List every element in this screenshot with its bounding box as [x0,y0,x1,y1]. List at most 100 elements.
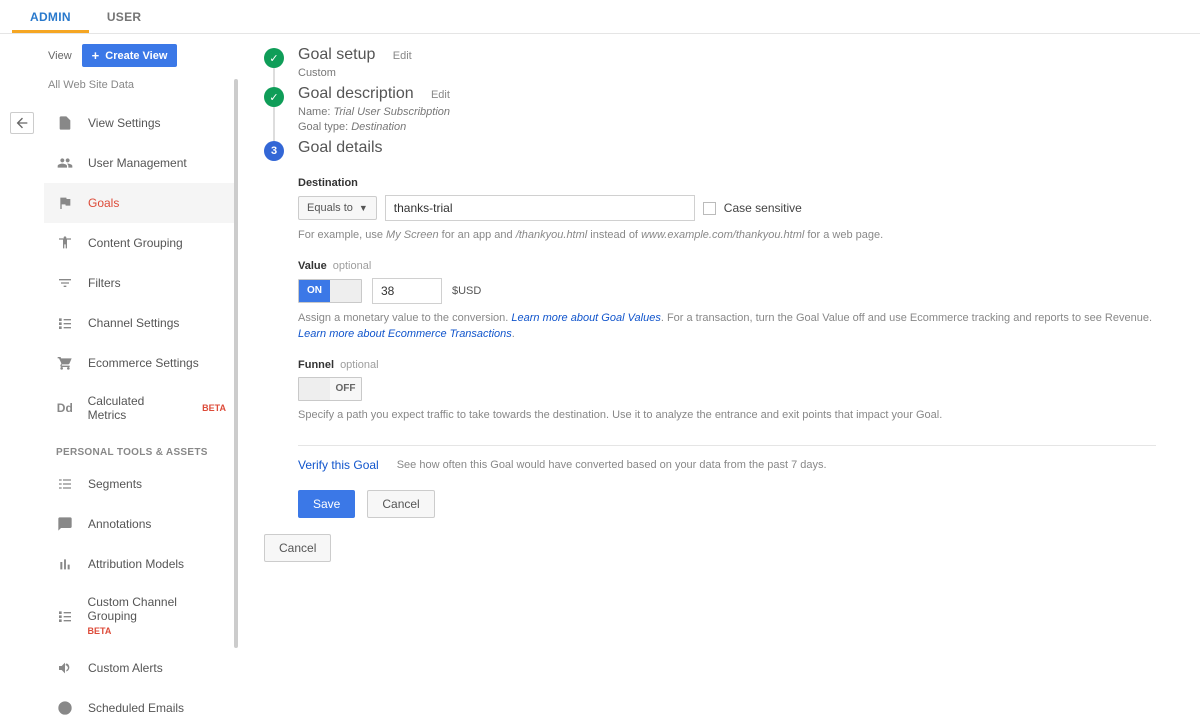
segments-icon [56,475,74,493]
chart-icon [56,555,74,573]
nav-custom-alerts[interactable]: Custom Alerts [44,648,234,688]
back-column [0,34,44,728]
scrollbar[interactable] [234,34,240,728]
nav-calculated-metrics[interactable]: Dd Calculated Metrics BETA [44,383,234,433]
case-sensitive-label: Case sensitive [724,201,802,215]
goal-values-link[interactable]: Learn more about Goal Values [511,312,660,324]
accessibility-icon [56,234,74,252]
edit-link[interactable]: Edit [431,89,450,101]
create-view-label: Create View [105,50,167,62]
step-type-row: Goal type: Destination [298,121,450,133]
funnel-toggle[interactable]: OFF [298,377,362,401]
tab-user[interactable]: USER [89,0,160,33]
verify-text: See how often this Goal would have conve… [397,459,827,471]
value-toggle[interactable]: ON [298,279,362,303]
step-title: Goal description [298,85,414,102]
nav-user-management[interactable]: User Management [44,143,234,183]
view-label: View [48,50,72,62]
check-icon: ✓ [264,48,284,68]
arrow-left-icon [14,115,30,131]
nav-label: Custom Channel Grouping [88,595,226,623]
dd-icon: Dd [56,399,74,417]
value-label: Valueoptional [298,260,1156,272]
nav-annotations[interactable]: Annotations [44,504,234,544]
filter-icon [56,274,74,292]
value-help: Assign a monetary value to the conversio… [298,310,1156,343]
cancel-button[interactable]: Cancel [367,490,434,518]
nav-label: Channel Settings [88,316,179,330]
megaphone-icon [56,659,74,677]
nav-goals[interactable]: Goals [44,183,234,223]
nav-label: Attribution Models [88,557,184,571]
save-button[interactable]: Save [298,490,355,518]
funnel-label: Funneloptional [298,359,1156,371]
nav-segments[interactable]: Segments [44,464,234,504]
nav-custom-channel-grouping[interactable]: Custom Channel Grouping BETA [44,584,234,648]
nav-ecommerce-settings[interactable]: Ecommerce Settings [44,343,234,383]
beta-badge: BETA [88,626,112,636]
nav-label: Calculated Metrics [88,394,185,422]
ecommerce-link[interactable]: Learn more about Ecommerce Transactions [298,328,512,340]
step-name-row: Name: Trial User Subscribption [298,106,450,118]
outer-cancel-button[interactable]: Cancel [264,534,331,562]
clock-icon [56,699,74,717]
toggle-handle [299,378,330,400]
cart-icon [56,354,74,372]
all-website-data[interactable]: All Web Site Data [44,73,234,103]
beta-badge: BETA [202,403,226,413]
nav-label: Scheduled Emails [88,701,184,715]
nav-view-settings[interactable]: View Settings [44,103,234,143]
sidebar: View + Create View All Web Site Data Vie… [44,34,234,728]
plus-icon: + [92,49,100,62]
nav-filters[interactable]: Filters [44,263,234,303]
check-icon: ✓ [264,87,284,107]
nav-label: Segments [88,477,142,491]
destination-help: For example, use My Screen for an app an… [298,227,1156,244]
nav-label: Custom Alerts [88,661,163,675]
nav-label: Ecommerce Settings [88,356,199,370]
nav-scheduled-emails[interactable]: Scheduled Emails [44,688,234,728]
main-content: ✓ Goal setup Edit Custom ✓ Goal descript… [240,34,1200,728]
flag-icon [56,194,74,212]
currency-label: $USD [452,285,481,297]
step-subtext: Custom [298,67,412,79]
nav-label: Annotations [88,517,151,531]
value-input[interactable] [372,278,442,304]
create-view-button[interactable]: + Create View [82,44,178,67]
chevron-down-icon: ▼ [359,203,368,213]
edit-link[interactable]: Edit [393,50,412,62]
step-title: Goal setup [298,46,375,63]
comment-icon [56,515,74,533]
nav-label: View Settings [88,116,161,130]
divider [298,445,1156,446]
nav-label: User Management [88,156,187,170]
match-type-dropdown[interactable]: Equals to ▼ [298,196,377,220]
people-icon [56,154,74,172]
nav-channel-settings[interactable]: Channel Settings [44,303,234,343]
toggle-on-label: ON [299,280,330,302]
step-title: Goal details [298,139,383,156]
tab-admin[interactable]: ADMIN [12,0,89,33]
nav-label: Filters [88,276,121,290]
step-number-icon: 3 [264,141,284,161]
toggle-handle [330,280,361,302]
channel-icon [56,314,74,332]
funnel-help: Specify a path you expect traffic to tak… [298,407,1156,424]
nav-label: Content Grouping [88,236,183,250]
step-goal-details: 3 Goal details [264,139,1156,161]
verify-goal-link[interactable]: Verify this Goal [298,458,379,472]
nav-label: Goals [88,196,119,210]
nav-attribution-models[interactable]: Attribution Models [44,544,234,584]
personal-tools-header: PERSONAL TOOLS & ASSETS [44,433,234,464]
file-icon [56,114,74,132]
top-tabs: ADMIN USER [0,0,1200,34]
step-goal-description: ✓ Goal description Edit Name: Trial User… [264,85,1156,133]
channel-icon [56,607,74,625]
step-goal-setup: ✓ Goal setup Edit Custom [264,46,1156,79]
toggle-off-label: OFF [330,378,361,400]
back-button[interactable] [10,112,34,134]
case-sensitive-checkbox[interactable] [703,202,716,215]
nav-content-grouping[interactable]: Content Grouping [44,223,234,263]
destination-label: Destination [298,177,1156,189]
destination-input[interactable] [385,195,695,221]
